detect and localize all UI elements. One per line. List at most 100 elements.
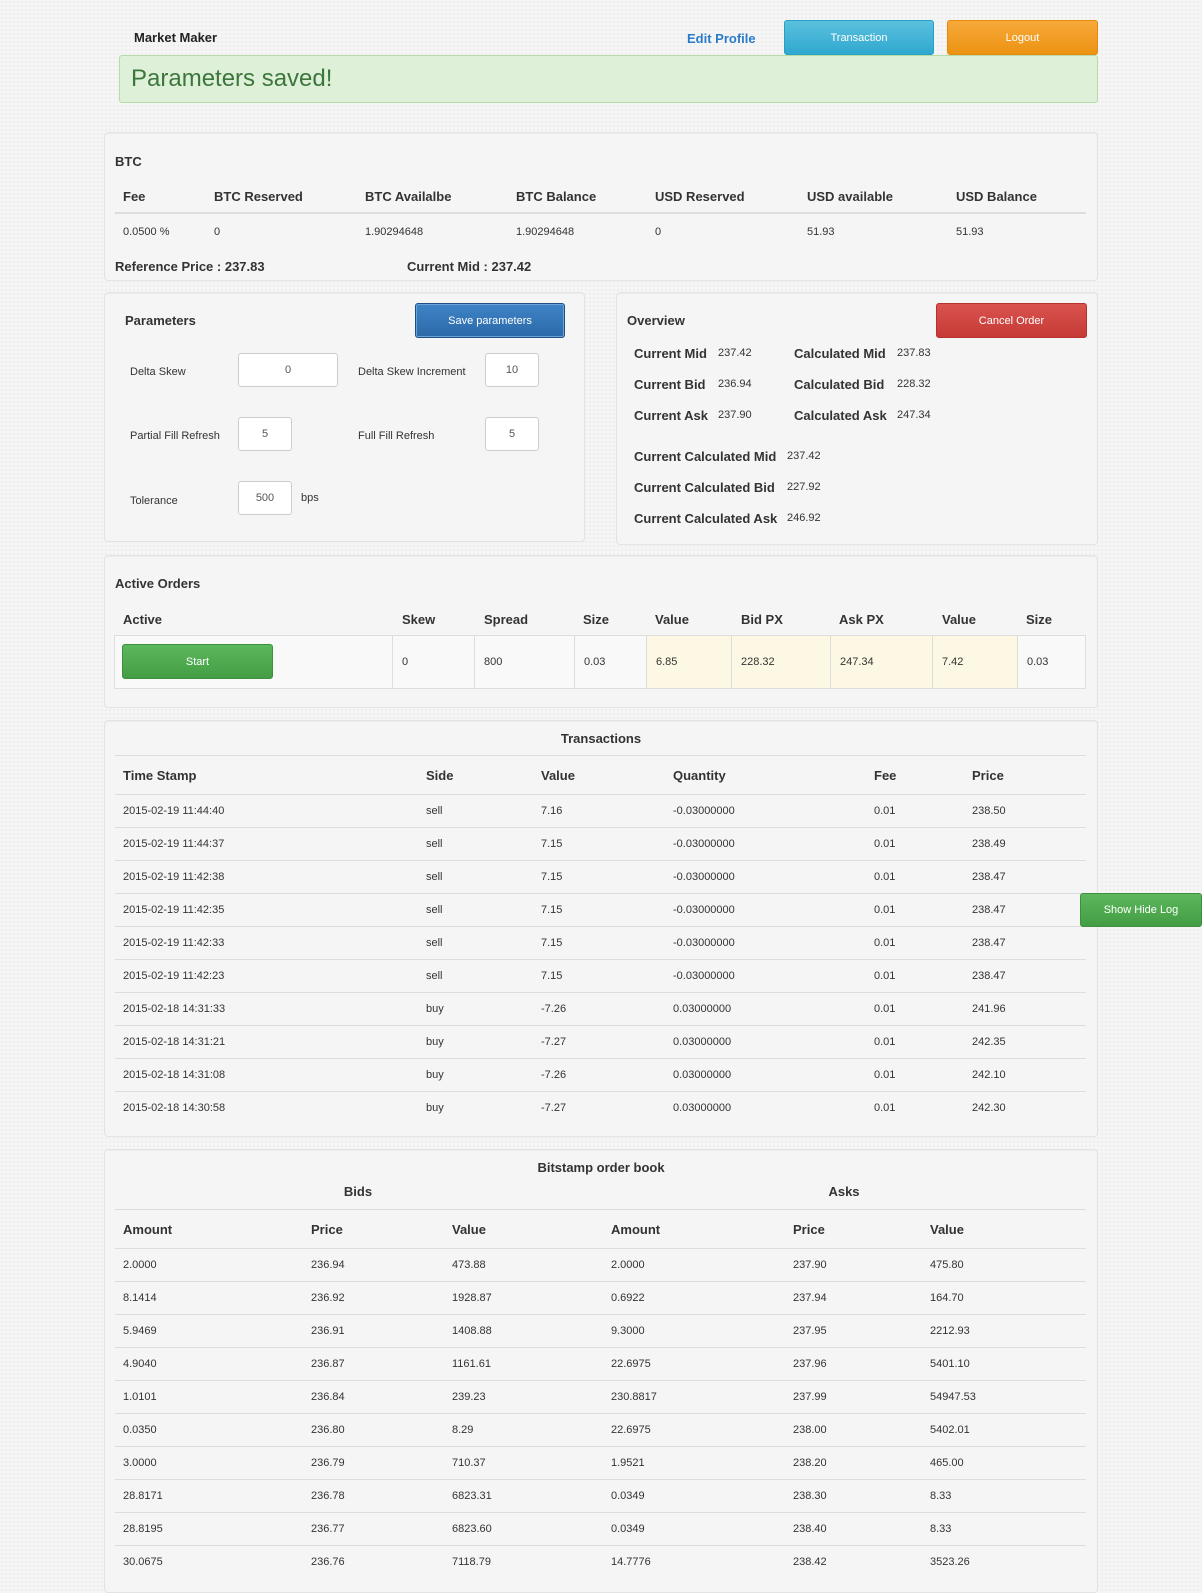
orderbook-cell: 238.30 <box>793 1490 827 1502</box>
show-hide-log-button[interactable]: Show Hide Log <box>1080 893 1202 927</box>
delta-skew-increment-input[interactable]: 10 <box>485 353 539 387</box>
transaction-cell: 2015-02-19 11:44:40 <box>123 805 225 817</box>
orderbook-column-header: Amount <box>611 1222 661 1237</box>
cancel-order-button[interactable]: Cancel Order <box>936 303 1087 338</box>
row-divider <box>115 1380 1086 1381</box>
orderbook-cell: 475.80 <box>930 1259 964 1271</box>
active-order-value: 247.34 <box>840 656 874 668</box>
edit-profile-link[interactable]: Edit Profile <box>687 31 756 46</box>
current-bid-value: 236.94 <box>718 378 752 390</box>
btc-cell: 1.90294648 <box>365 226 424 238</box>
transaction-cell: buy <box>426 1036 444 1048</box>
transaction-cell: 0.01 <box>874 1102 896 1114</box>
orderbook-cell: 9.3000 <box>611 1325 645 1337</box>
transaction-cell: 0.01 <box>874 937 896 949</box>
bids-title: Bids <box>343 1184 373 1199</box>
btc-cell: 0.0500 % <box>123 226 170 238</box>
tolerance-input[interactable]: 500 <box>238 481 292 515</box>
current-mid-label: Current Mid <box>634 346 707 361</box>
row-divider <box>115 794 1086 795</box>
transaction-button[interactable]: Transaction <box>784 20 934 55</box>
active-order-cell: 6.85 <box>647 636 732 688</box>
transaction-cell: -7.26 <box>541 1069 567 1081</box>
active-order-value: 228.32 <box>741 656 775 668</box>
transaction-cell: 241.96 <box>972 1003 1006 1015</box>
row-divider <box>115 1512 1086 1513</box>
current-mid: Current Mid : 237.42 <box>407 259 532 274</box>
orderbook-column-header: Price <box>793 1222 825 1237</box>
partial-fill-refresh-input[interactable]: 5 <box>238 417 292 451</box>
orderbook-cell: 1928.87 <box>452 1292 492 1304</box>
transaction-cell: 2015-02-18 14:31:33 <box>123 1003 226 1015</box>
active-order-cell: 0 <box>393 636 475 688</box>
orderbook-cell: 237.96 <box>793 1358 827 1370</box>
btc-column-header: USD Reserved <box>655 189 745 204</box>
orderbook-column-header: Amount <box>123 1222 173 1237</box>
transactions-panel <box>104 720 1098 1137</box>
logout-button[interactable]: Logout <box>947 20 1098 55</box>
orderbook-cell: 236.92 <box>311 1292 345 1304</box>
orderbook-cell: 238.40 <box>793 1523 827 1535</box>
active-orders-column-header: Size <box>1026 612 1053 627</box>
orderbook-cell: 6823.60 <box>452 1523 492 1535</box>
transaction-cell: 242.30 <box>972 1102 1006 1114</box>
current-calculated-bid-value: 227.92 <box>787 481 821 493</box>
row-divider <box>115 1413 1086 1414</box>
active-orders-column-header: Spread <box>484 612 529 627</box>
full-fill-refresh-input[interactable]: 5 <box>485 417 539 451</box>
transaction-cell: 7.16 <box>541 805 563 817</box>
orderbook-cell: 4.9040 <box>123 1358 157 1370</box>
orderbook-cell: 28.8195 <box>123 1523 163 1535</box>
transaction-cell: 238.47 <box>972 871 1006 883</box>
transaction-cell: 0.01 <box>874 1069 896 1081</box>
orderbook-cell: 1.0101 <box>123 1391 157 1403</box>
active-orders-column-header: Skew <box>402 612 436 627</box>
transaction-cell: sell <box>426 838 443 850</box>
btc-cell: 0 <box>655 226 662 238</box>
transactions-column-header: Price <box>972 768 1004 783</box>
transaction-cell: 0.01 <box>874 904 896 916</box>
start-button[interactable]: Start <box>122 644 273 679</box>
orderbook-cell: 5402.01 <box>930 1424 970 1436</box>
active-orders-column-header: Active <box>123 612 163 627</box>
orderbook-column-header: Price <box>311 1222 343 1237</box>
orderbook-cell: 465.00 <box>930 1457 964 1469</box>
transaction-cell: 7.15 <box>541 871 563 883</box>
orderbook-column-header: Value <box>930 1222 964 1237</box>
row-divider <box>115 1446 1086 1447</box>
current-mid-value: 237.42 <box>718 347 752 359</box>
delta-skew-input[interactable]: 0 <box>238 353 338 387</box>
transaction-cell: 242.10 <box>972 1069 1006 1081</box>
transactions-title: Transactions <box>560 731 642 746</box>
delta-skew-increment-label: Delta Skew Increment <box>358 366 466 378</box>
orderbook-cell: 238.20 <box>793 1457 827 1469</box>
row-divider <box>115 1091 1086 1092</box>
orderbook-cell: 239.23 <box>452 1391 486 1403</box>
orderbook-cell: 2.0000 <box>611 1259 645 1271</box>
btc-column-header: BTC Reserved <box>214 189 303 204</box>
orderbook-cell: 230.8817 <box>611 1391 657 1403</box>
row-divider <box>115 959 1086 960</box>
transaction-cell: 242.35 <box>972 1036 1006 1048</box>
btc-column-header: USD Balance <box>956 189 1037 204</box>
orderbook-top-divider <box>115 1209 1086 1210</box>
transactions-column-header: Side <box>426 768 454 783</box>
transaction-cell: sell <box>426 904 443 916</box>
transactions-column-header: Fee <box>874 768 897 783</box>
current-calculated-mid-label: Current Calculated Mid <box>634 449 777 464</box>
orderbook-cell: 236.77 <box>311 1523 345 1535</box>
transaction-cell: 7.15 <box>541 904 563 916</box>
save-parameters-button[interactable]: Save parameters <box>415 303 565 338</box>
transaction-cell: 0.01 <box>874 1003 896 1015</box>
orderbook-cell: 1408.88 <box>452 1325 492 1337</box>
orderbook-cell: 30.0675 <box>123 1556 163 1568</box>
active-order-value: 800 <box>484 656 503 668</box>
active-orders-column-header: Ask PX <box>839 612 884 627</box>
success-alert: Parameters saved! <box>119 55 1098 103</box>
active-order-value: 0.03 <box>584 656 606 668</box>
orderbook-cell: 236.80 <box>311 1424 345 1436</box>
full-fill-refresh-label: Full Fill Refresh <box>358 430 435 442</box>
orderbook-cell: 710.37 <box>452 1457 486 1469</box>
transaction-cell: 2015-02-19 11:44:37 <box>123 838 225 850</box>
calculated-mid-value: 237.83 <box>897 347 931 359</box>
